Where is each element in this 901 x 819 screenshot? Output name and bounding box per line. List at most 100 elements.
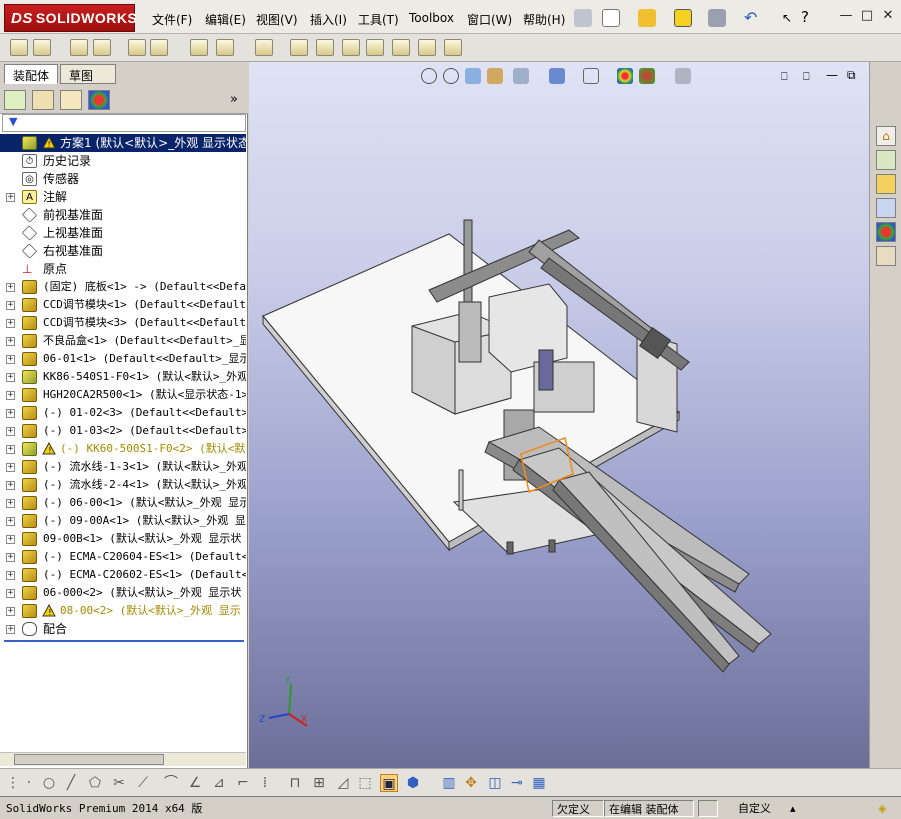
design-library-icon[interactable] (876, 150, 896, 170)
scrollbar-thumb[interactable] (14, 754, 164, 765)
home-icon[interactable]: ⌂ (876, 126, 896, 146)
rotate-component-icon[interactable] (150, 39, 168, 56)
3d-sketch-icon[interactable]: ◿ (334, 774, 352, 792)
show-hidden-icon[interactable] (190, 39, 208, 56)
expand-icon[interactable]: + (6, 193, 15, 202)
menu-toolbox[interactable]: Toolbox (409, 11, 454, 25)
clearance-verification-icon[interactable] (418, 39, 436, 56)
table-icon[interactable]: ▦ (530, 774, 548, 792)
menu-help[interactable]: 帮助(H) (523, 11, 565, 28)
expand-icon[interactable]: + (6, 589, 15, 598)
undo-icon[interactable]: ↶ (744, 9, 762, 27)
expand-icon[interactable]: + (6, 355, 15, 364)
circle-icon[interactable]: ○ (40, 774, 58, 792)
linear-pattern-icon[interactable] (93, 39, 111, 56)
tree-filter[interactable]: ▼ (2, 114, 246, 132)
appearances-icon[interactable] (876, 222, 896, 242)
tree-node[interactable]: + 不良品盒<1> (Default<<Default>_显 (0, 332, 246, 350)
tree-node[interactable]: + (-) 01-02<3> (Default<<Default>_显 (0, 404, 246, 422)
pin-icon[interactable] (574, 9, 592, 27)
interference-detection-icon[interactable] (392, 39, 410, 56)
reference-geometry-icon[interactable] (255, 39, 273, 56)
select-icon[interactable]: ↖ (778, 9, 796, 27)
tree-node[interactable]: +! (-) KK60-500S1-F0<2> (默认<默认 (0, 440, 246, 458)
dimension-icon[interactable]: ⊓ (286, 774, 304, 792)
polygon-icon[interactable]: ⬠ (86, 774, 104, 792)
tree-node[interactable]: +09-00B<1> (默认<默认>_外观 显示状 (0, 530, 246, 548)
tree-node[interactable]: + (-) 09-00A<1> (默认<默认>_外观 显示 (0, 512, 246, 530)
tree-node[interactable]: ! 方案1 (默认<默认>_外观 显示状态> (0, 134, 246, 152)
graphics-area[interactable]: ⎕ ⎕ — ⧉ ✕ (249, 62, 869, 768)
tree-node[interactable]: +06-000<2> (默认<默认>_外观 显示状 (0, 584, 246, 602)
tree-node[interactable]: + HGH20CA2R500<1> (默认<显示状态-1>) (0, 386, 246, 404)
tree-node[interactable]: ◎ 传感器 (0, 170, 246, 188)
offset-icon[interactable]: ⊿ (210, 774, 228, 792)
config-manager-icon[interactable] (60, 90, 82, 110)
expand-icon[interactable]: + (6, 499, 15, 508)
expand-icon[interactable]: + (6, 391, 15, 400)
expand-icon[interactable]: + (6, 535, 15, 544)
tree-node[interactable]: + (-) ECMA-C20602-ES<1> (Default<<De (0, 566, 246, 584)
tree-node[interactable]: + (-) 流水线-2-4<1> (默认<默认>_外观 (0, 476, 246, 494)
smart-fastener-icon[interactable] (70, 39, 88, 56)
measure-icon[interactable]: ⊸ (508, 774, 526, 792)
expand-icon[interactable]: + (6, 625, 15, 634)
tree-node[interactable]: + (固定) 底板<1> -> (Default<<Defaul (0, 278, 246, 296)
tree-node[interactable]: ⊥ 原点 (0, 260, 246, 278)
tree-node[interactable]: 前视基准面 (0, 206, 246, 224)
horizontal-scrollbar[interactable] (0, 752, 246, 766)
move-icon[interactable]: ✥ (462, 774, 480, 792)
tab-sketch[interactable]: 草图 (60, 64, 116, 84)
trim-icon[interactable]: ✂ (110, 774, 128, 792)
tree-node[interactable]: ⏱ 历史记录 (0, 152, 246, 170)
menu-window[interactable]: 窗口(W) (467, 11, 512, 28)
instant3d-icon[interactable] (444, 39, 462, 56)
relations-icon[interactable]: ⁞ (256, 774, 274, 792)
tree-node[interactable]: + KK86-540S1-F0<1> (默认<默认>_外观 (0, 368, 246, 386)
more-tabs-icon[interactable]: » (230, 92, 238, 107)
exploded-view-icon[interactable] (342, 39, 360, 56)
line-icon[interactable]: ╱ (62, 774, 80, 792)
restore-button[interactable]: □ (859, 8, 875, 24)
tree-node[interactable]: + (-) 01-03<2> (Default<<Default>_显 (0, 422, 246, 440)
menu-tools[interactable]: 工具(T) (358, 11, 399, 28)
expand-icon[interactable]: + (6, 283, 15, 292)
feature-manager-icon[interactable] (4, 90, 26, 110)
solidworks-logo[interactable]: DS SOLIDWORKS (4, 4, 137, 32)
tree-node[interactable]: + 配合 (0, 620, 246, 638)
tree-node[interactable]: + (-) 06-00<1> (默认<默认>_外观 显示 (0, 494, 246, 512)
help-icon[interactable]: ? (796, 8, 814, 26)
minimize-button[interactable]: — (838, 8, 854, 24)
tree-node[interactable]: + A 注解 (0, 188, 246, 206)
assembly-features-icon[interactable] (216, 39, 234, 56)
print-icon[interactable] (708, 9, 726, 27)
tag-icon[interactable]: ◈ (874, 800, 890, 817)
rebuild-warning-icon[interactable] (674, 9, 692, 27)
move-component-icon[interactable] (128, 39, 146, 56)
expand-icon[interactable]: + (6, 445, 15, 454)
tree-node[interactable]: + CCD调节模块<3> (Default<<Default>_ (0, 314, 246, 332)
tree-node[interactable]: + (-) ECMA-C20604-ES<1> (Default<<De (0, 548, 246, 566)
expand-icon[interactable]: + (6, 337, 15, 346)
new-document-icon[interactable] (602, 9, 620, 27)
expand-icon[interactable]: + (6, 373, 15, 382)
grid-icon[interactable]: ⊞ (310, 774, 328, 792)
tree-node[interactable]: 右视基准面 (0, 242, 246, 260)
mirror-icon[interactable]: ⟋ (134, 774, 152, 792)
expand-icon[interactable]: + (6, 463, 15, 472)
corner-rectangle-icon[interactable]: ⌐ (234, 774, 252, 792)
explode-line-sketch-icon[interactable] (366, 39, 384, 56)
expand-icon[interactable]: + (6, 517, 15, 526)
exploded-view-icon[interactable]: ▥ (440, 774, 458, 792)
tree-split-divider[interactable] (4, 640, 244, 642)
interference-icon[interactable]: ◫ (486, 774, 504, 792)
close-button[interactable]: ✕ (880, 8, 896, 24)
tree-node[interactable]: + (-) 流水线-1-3<1> (默认<默认>_外观 (0, 458, 246, 476)
expand-icon[interactable]: + (6, 427, 15, 436)
file-explorer-icon[interactable] (876, 174, 896, 194)
display-manager-icon[interactable] (88, 90, 110, 110)
menu-edit[interactable]: 编辑(E) (205, 11, 246, 28)
open-folder-icon[interactable] (638, 9, 656, 27)
menu-view[interactable]: 视图(V) (256, 11, 298, 28)
custom-units[interactable]: 自定义 (734, 800, 775, 817)
